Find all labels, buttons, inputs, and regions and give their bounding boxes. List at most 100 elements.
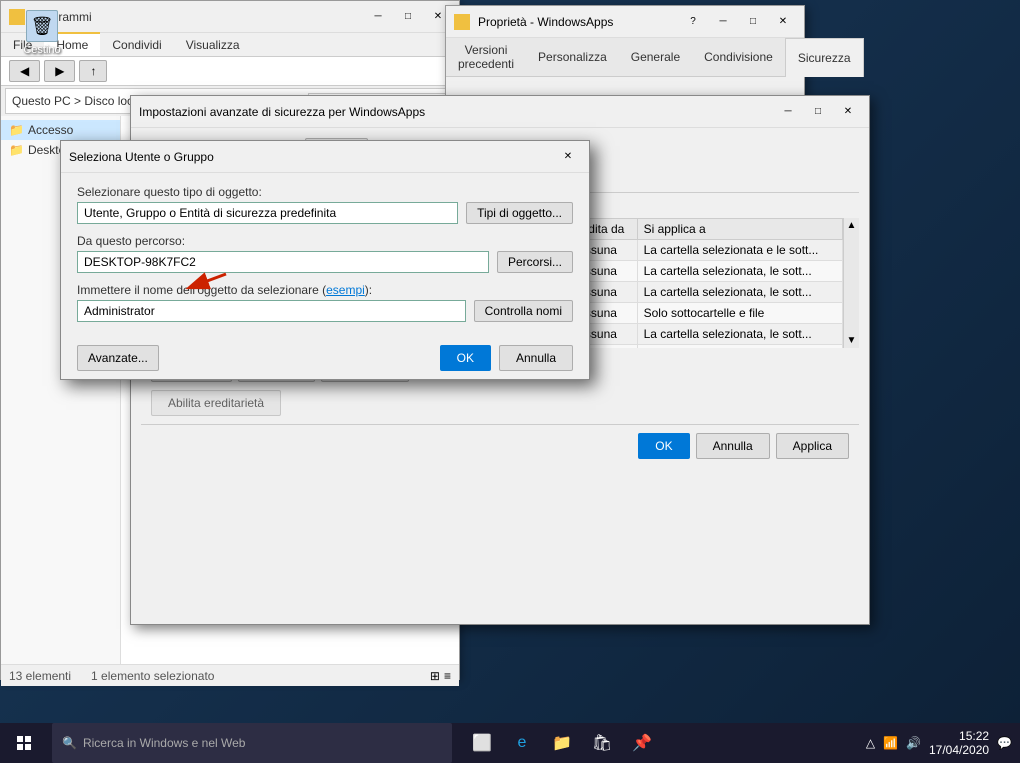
advsec-ok-button[interactable]: OK [638, 433, 689, 459]
tipi-oggetto-button[interactable]: Tipi di oggetto... [466, 202, 573, 224]
location-label: Da questo percorso: [77, 234, 573, 248]
taskbar: 🔍 Ricerca in Windows e nel Web ⬜ e 📁 🛍 📌… [0, 723, 1020, 763]
enter-name-row: Controlla nomi [77, 300, 573, 322]
obj-type-row: Tipi di oggetto... [77, 202, 573, 224]
location-group: Da questo percorso: Percorsi... [77, 234, 573, 273]
sidebar-item-accesso[interactable]: 📁 Accesso [1, 120, 120, 140]
enter-name-group: Immettere il nome dell'oggetto da selezi… [77, 283, 573, 322]
cell-applies: La cartella selezionata, le sott... [637, 261, 842, 282]
dialog-ok-button[interactable]: OK [440, 345, 491, 371]
folder-icon-props [454, 14, 470, 30]
cell-applies: La cartella selezionata e le sott... [637, 240, 842, 261]
dialog-title: Seleziona Utente o Gruppo [69, 150, 551, 164]
props-help-button[interactable]: ? [680, 9, 706, 35]
maximize-button[interactable]: □ [395, 4, 421, 30]
minimize-button[interactable]: ─ [365, 4, 391, 30]
props-maximize-button[interactable]: □ [740, 9, 766, 35]
taskbar-search-text: Ricerca in Windows e nel Web [83, 736, 246, 750]
advsec-ok-buttons: OK Annulla Applica [141, 424, 859, 467]
dialog-content: Selezionare questo tipo di oggetto: Tipi… [61, 173, 589, 344]
obj-type-label: Selezionare questo tipo di oggetto: [77, 185, 573, 199]
advsec-maximize-button[interactable]: □ [805, 99, 831, 125]
advsec-applica-button[interactable]: Applica [776, 433, 849, 459]
props-tabs: Versioni precedenti Personalizza General… [446, 38, 804, 77]
tab-personalizza[interactable]: Personalizza [526, 38, 619, 76]
object-name-input[interactable] [77, 300, 466, 322]
notification-icon[interactable]: △ [866, 736, 875, 750]
object-type-group: Selezionare questo tipo di oggetto: Tipi… [77, 185, 573, 224]
network-icon[interactable]: 📶 [883, 736, 898, 750]
props-titlebar: Proprietà - WindowsApps ? ─ □ ✕ [446, 6, 804, 38]
cestino-label: Cestino [23, 44, 60, 56]
file-explorer-icon[interactable]: 📁 [544, 725, 580, 761]
advsec-titlebar: Impostazioni avanzate di sicurezza per W… [131, 96, 869, 128]
start-button[interactable] [0, 723, 48, 763]
enter-name-label: Immettere il nome dell'oggetto da selezi… [77, 283, 573, 297]
pinned-icon[interactable]: 📌 [624, 725, 660, 761]
scroll-up[interactable]: ▲ [845, 218, 859, 233]
taskbar-right: △ 📶 🔊 15:22 17/04/2020 💬 [858, 729, 1020, 757]
store-icon[interactable]: 🛍 [584, 725, 620, 761]
edge-icon[interactable]: e [504, 725, 540, 761]
red-arrow [171, 259, 231, 299]
ribbon-content: ◀ ▶ ↑ [1, 57, 459, 85]
obj-type-input [77, 202, 458, 224]
advsec-annulla-button[interactable]: Annulla [696, 433, 770, 459]
cell-applies: Solo la cartella selezionata [637, 345, 842, 349]
tab-sicurezza[interactable]: Sicurezza [785, 38, 864, 77]
location-input [77, 251, 489, 273]
tab-versioni[interactable]: Versioni precedenti [446, 38, 526, 76]
tab-visualizza[interactable]: Visualizza [174, 33, 252, 56]
task-view-button[interactable]: ⬜ [464, 725, 500, 761]
props-close-button[interactable]: ✕ [770, 9, 796, 35]
esempi-link[interactable]: esempi [326, 283, 365, 297]
enter-label-close: ): [365, 283, 372, 297]
percorsi-button[interactable]: Percorsi... [497, 251, 573, 273]
selection-info: 1 elemento selezionato [91, 669, 214, 683]
location-row: Percorsi... [77, 251, 573, 273]
view-icons-button[interactable]: ⊞ [430, 669, 440, 683]
scroll-down[interactable]: ▼ [845, 333, 859, 348]
status-bar: 13 elementi 1 elemento selezionato ⊞ ≡ [1, 664, 459, 686]
cell-applies: La cartella selezionata, le sott... [637, 324, 842, 345]
desktop-folder-icon: 📁 [9, 143, 24, 157]
advsec-title: Impostazioni avanzate di sicurezza per W… [139, 105, 771, 119]
taskbar-search[interactable]: 🔍 Ricerca in Windows e nel Web [52, 723, 452, 763]
tab-condivisione[interactable]: Condivisione [692, 38, 785, 76]
forward-button[interactable]: ▶ [44, 60, 75, 82]
props-minimize-button[interactable]: ─ [710, 9, 736, 35]
date-display: 17/04/2020 [929, 743, 989, 757]
abilita-row: Abilita ereditarietà [141, 390, 859, 420]
volume-icon[interactable]: 🔊 [906, 736, 921, 750]
sidebar-label-accesso: Accesso [28, 123, 73, 137]
cell-applies: Solo sottocartelle e file [637, 303, 842, 324]
desktop-icon-cestino[interactable]: 🗑 Cestino [10, 10, 74, 56]
dialog-buttons: Avanzate... OK Annulla [61, 337, 589, 379]
action-center-icon[interactable]: 💬 [997, 736, 1012, 750]
view-list-button[interactable]: ≡ [444, 669, 451, 683]
dialog-close-button[interactable]: ✕ [555, 144, 581, 170]
controlla-nomi-button[interactable]: Controlla nomi [474, 300, 573, 322]
cestino-icon: 🗑 [26, 10, 58, 42]
props-title: Proprietà - WindowsApps [478, 15, 676, 29]
select-user-dialog: Seleziona Utente o Gruppo ✕ Selezionare … [60, 140, 590, 380]
dialog-annulla-button[interactable]: Annulla [499, 345, 573, 371]
advsec-close-button[interactable]: ✕ [835, 99, 861, 125]
dialog-titlebar: Seleziona Utente o Gruppo ✕ [61, 141, 589, 173]
time-display: 15:22 [929, 729, 989, 743]
tab-generale[interactable]: Generale [619, 38, 692, 76]
item-count: 13 elementi [9, 669, 71, 683]
up-button[interactable]: ↑ [79, 60, 107, 82]
taskbar-icons: ⬜ e 📁 🛍 📌 [456, 725, 668, 761]
clock[interactable]: 15:22 17/04/2020 [929, 729, 989, 757]
avanzate-button[interactable]: Avanzate... [77, 345, 159, 371]
abilita-button[interactable]: Abilita ereditarietà [151, 390, 281, 416]
advsec-minimize-button[interactable]: ─ [775, 99, 801, 125]
folder-icon: 📁 [9, 123, 24, 137]
tab-condividi[interactable]: Condividi [100, 33, 173, 56]
col-applica: Si applica a [637, 219, 842, 240]
back-button[interactable]: ◀ [9, 60, 40, 82]
file-explorer-title: Programmi [33, 10, 361, 24]
scrollbar[interactable]: ▲ ▼ [843, 218, 859, 348]
cell-applies: La cartella selezionata, le sott... [637, 282, 842, 303]
